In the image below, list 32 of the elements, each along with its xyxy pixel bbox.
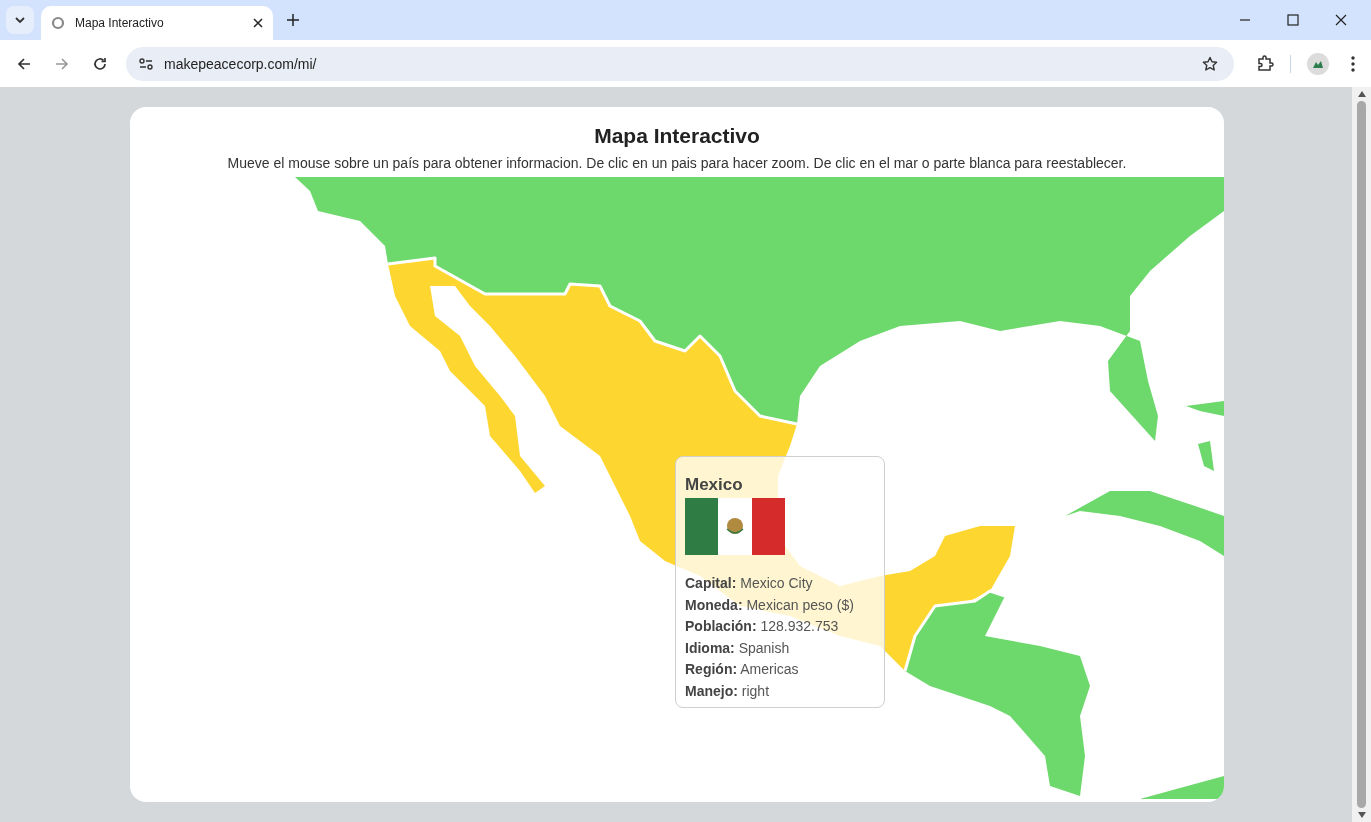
back-icon[interactable] xyxy=(16,55,32,72)
bookmark-star-icon[interactable] xyxy=(1202,55,1218,72)
page-title: Mapa Interactivo xyxy=(594,123,760,149)
reload-icon[interactable] xyxy=(92,55,108,72)
info-line: Moneda: Mexican peso ($) xyxy=(685,595,855,615)
info-line: Población: 128.932.753 xyxy=(685,617,840,637)
chevron-down-icon xyxy=(14,16,26,24)
browser-tab[interactable]: Mapa Interactivo xyxy=(41,6,273,40)
scrollbar[interactable] xyxy=(1352,87,1371,822)
more-menu-icon[interactable] xyxy=(1351,55,1355,72)
scrollbar-thumb[interactable] xyxy=(1357,101,1366,808)
address-bar[interactable]: makepeacecorp.com/mi/ xyxy=(126,46,1234,81)
info-line: Capital: Mexico City xyxy=(685,574,814,593)
forward-icon[interactable] xyxy=(54,55,70,72)
country-name: Mexico xyxy=(685,475,744,495)
info-line: Manejo: right xyxy=(685,681,770,701)
scroll-up-icon[interactable] xyxy=(1357,91,1366,97)
close-icon[interactable] xyxy=(253,18,263,28)
maximize-icon[interactable] xyxy=(1287,14,1299,26)
url-text: makepeacecorp.com/mi/ xyxy=(164,55,317,72)
instructions-text: Mueve el mouse sobre un país para obtener informacion. De clic en un pais para hacer zoom. De clic en el mar o parte blanca para reestablecer. xyxy=(227,154,1127,172)
info-line: Región: Americas xyxy=(685,660,800,680)
profile-avatar-icon[interactable] xyxy=(1307,52,1329,75)
scroll-down-icon[interactable] xyxy=(1357,812,1366,818)
tab-search-button[interactable] xyxy=(6,6,34,34)
new-tab-icon[interactable] xyxy=(287,14,299,26)
close-icon[interactable] xyxy=(1335,14,1347,26)
site-settings-icon[interactable] xyxy=(138,56,154,71)
loading-icon xyxy=(51,16,65,30)
extensions-icon[interactable] xyxy=(1256,54,1274,73)
info-line: Idioma: Spanish xyxy=(685,638,791,658)
tab-title: Mapa Interactivo xyxy=(75,16,165,30)
